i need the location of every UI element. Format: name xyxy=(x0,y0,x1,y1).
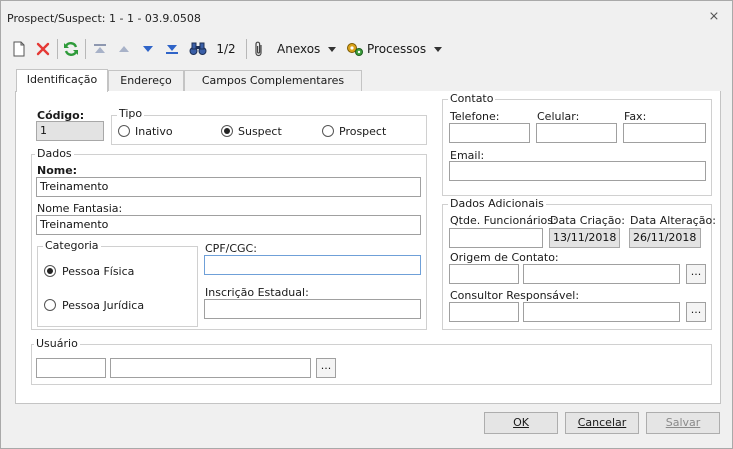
cpf-cgc-field[interactable] xyxy=(204,255,421,275)
ok-button[interactable]: OK xyxy=(484,412,558,434)
cancel-button-label: Cancelar xyxy=(577,416,627,429)
nome-fantasia-field[interactable]: Treinamento xyxy=(36,215,421,235)
radio-suspect-label: Suspect xyxy=(238,125,282,138)
save-button[interactable]: Salvar xyxy=(646,412,720,434)
window-title: Prospect/Suspect: 1 - 1 - 03.9.0508 xyxy=(7,12,201,25)
delete-icon[interactable] xyxy=(33,38,53,60)
tab-identificacao[interactable]: Identificação xyxy=(16,69,108,92)
data-alteracao-label: Data Alteração: xyxy=(630,214,716,227)
attachments-dropdown-arrow-icon[interactable] xyxy=(326,38,338,60)
ok-button-label: OK xyxy=(513,416,529,429)
radio-pessoa-juridica[interactable] xyxy=(44,299,56,311)
radio-pessoa-fisica-label: Pessoa Física xyxy=(62,265,135,278)
dialog-window: Prospect/Suspect: 1 - 1 - 03.9.0508 ⨯ 1/… xyxy=(0,0,733,449)
search-binoculars-icon[interactable] xyxy=(186,38,210,60)
celular-field[interactable] xyxy=(536,123,617,143)
last-record-icon[interactable] xyxy=(162,38,182,60)
categoria-group-title: Categoria xyxy=(43,239,101,252)
fax-label: Fax: xyxy=(624,110,647,123)
processes-dropdown-arrow-icon[interactable] xyxy=(432,38,444,60)
tab-endereco[interactable]: Endereço xyxy=(108,70,184,91)
nome-label: Nome: xyxy=(37,164,78,177)
radio-suspect[interactable] xyxy=(221,125,233,137)
cpf-cgc-label: CPF/CGC: xyxy=(205,242,257,255)
toolbar: 1/2 Anexos Processos xyxy=(5,35,730,63)
toolbar-separator xyxy=(246,39,247,59)
nome-fantasia-label: Nome Fantasia: xyxy=(37,202,123,215)
qtde-funcionarios-field[interactable] xyxy=(449,228,543,248)
telefone-field[interactable] xyxy=(449,123,530,143)
codigo-field[interactable]: 1 xyxy=(36,121,104,141)
toolbar-separator xyxy=(85,39,86,59)
usuario-lookup-button[interactable]: ... xyxy=(316,358,336,378)
usuario-code-field[interactable] xyxy=(36,358,106,378)
consultor-code-field[interactable] xyxy=(449,302,519,322)
data-criacao-field[interactable]: 13/11/2018 0 xyxy=(549,228,620,248)
inscricao-estadual-field[interactable] xyxy=(204,299,421,319)
origem-contato-description-field[interactable] xyxy=(523,264,680,284)
previous-record-icon[interactable] xyxy=(114,38,134,60)
radio-prospect[interactable] xyxy=(322,125,334,137)
processes-gear-icon[interactable] xyxy=(345,38,365,60)
tab-campos-complementares[interactable]: Campos Complementares xyxy=(184,70,362,91)
usuario-group-title: Usuário xyxy=(34,337,80,350)
fax-field[interactable] xyxy=(623,123,706,143)
cancel-button[interactable]: Cancelar xyxy=(565,412,639,434)
origem-contato-code-field[interactable] xyxy=(449,264,519,284)
data-alteracao-field[interactable]: 26/11/2018 0 xyxy=(629,228,701,248)
next-record-icon[interactable] xyxy=(138,38,158,60)
tipo-group-title: Tipo xyxy=(117,107,145,120)
radio-pessoa-juridica-label: Pessoa Jurídica xyxy=(62,299,145,312)
email-field[interactable] xyxy=(449,161,706,181)
origem-contato-label: Origem de Contato: xyxy=(450,251,559,264)
title-bar: Prospect/Suspect: 1 - 1 - 03.9.0508 ⨯ xyxy=(1,1,732,35)
inscricao-estadual-label: Inscrição Estadual: xyxy=(205,286,309,299)
radio-prospect-label: Prospect xyxy=(339,125,387,138)
close-icon[interactable]: ⨯ xyxy=(707,10,721,24)
qtde-funcionarios-label: Qtde. Funcionários: xyxy=(450,214,557,227)
dados-group-title: Dados xyxy=(35,147,74,160)
consultor-responsavel-label: Consultor Responsável: xyxy=(450,289,580,302)
paperclip-icon[interactable] xyxy=(252,38,266,60)
dados-adicionais-group-title: Dados Adicionais xyxy=(448,197,546,210)
radio-pessoa-fisica[interactable] xyxy=(44,265,56,277)
processes-button[interactable]: Processos xyxy=(367,38,429,60)
contato-group-title: Contato xyxy=(448,92,496,105)
celular-label: Celular: xyxy=(537,110,580,123)
consultor-description-field[interactable] xyxy=(523,302,680,322)
toolbar-separator xyxy=(57,39,58,59)
save-button-label: Salvar xyxy=(665,416,701,429)
nome-field[interactable]: Treinamento xyxy=(36,177,421,197)
attachments-button[interactable]: Anexos xyxy=(277,38,323,60)
usuario-name-field[interactable] xyxy=(110,358,311,378)
categoria-group xyxy=(37,246,198,327)
first-record-icon[interactable] xyxy=(90,38,110,60)
new-document-icon[interactable] xyxy=(9,38,29,60)
radio-inativo[interactable] xyxy=(118,125,130,137)
consultor-lookup-button[interactable]: ... xyxy=(686,302,706,322)
radio-inativo-label: Inativo xyxy=(135,125,173,138)
telefone-label: Telefone: xyxy=(450,110,500,123)
page-indicator: 1/2 xyxy=(216,42,236,56)
origem-contato-lookup-button[interactable]: ... xyxy=(686,264,706,284)
data-criacao-label: Data Criação: xyxy=(550,214,625,227)
refresh-icon[interactable] xyxy=(61,38,81,60)
